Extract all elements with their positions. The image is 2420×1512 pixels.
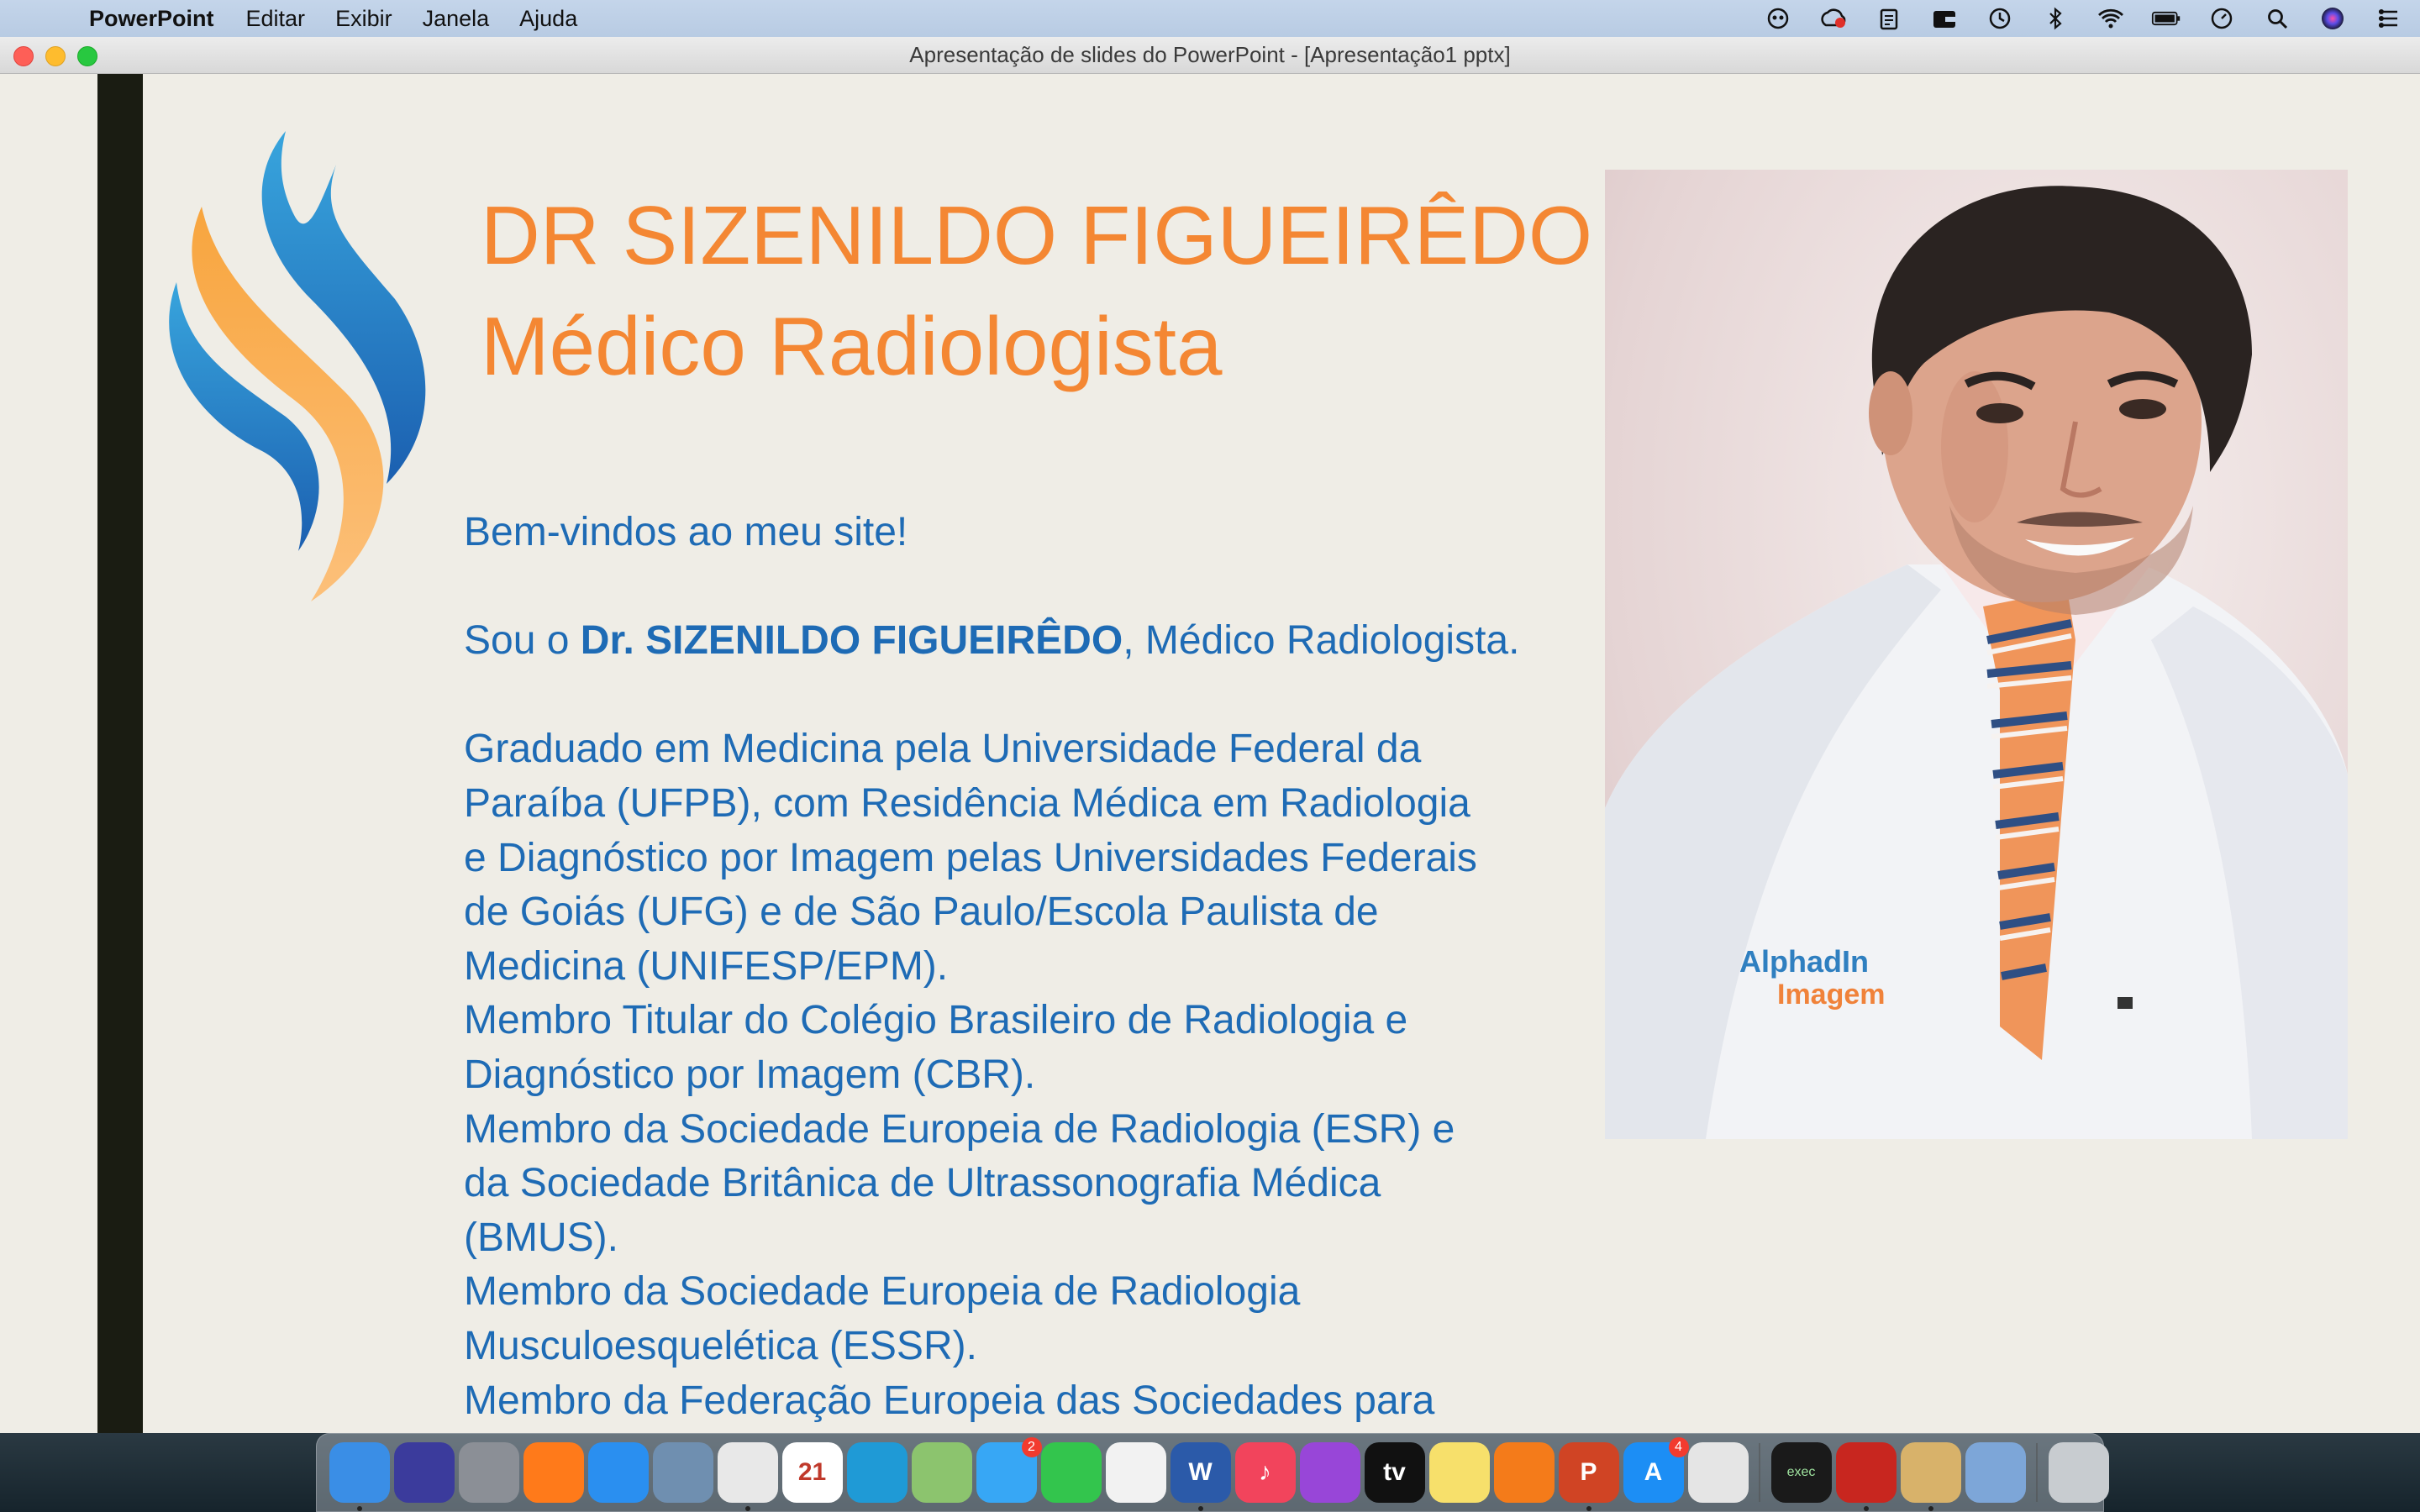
notification-badge: 2: [1021, 1437, 1042, 1457]
menu-janela[interactable]: Janela: [423, 6, 490, 32]
siri-icon[interactable]: [2317, 6, 2348, 31]
trash-icon[interactable]: [2048, 1442, 2109, 1503]
coat-logo-subtext: Imagem: [1777, 979, 1886, 1011]
app-menu-powerpoint[interactable]: PowerPoint: [89, 6, 214, 32]
bio-line: da Sociedade Britânica de Ultrassonograf…: [464, 1161, 1381, 1206]
dock-separator: [2036, 1443, 2038, 1502]
powerpoint-icon[interactable]: P: [1558, 1442, 1619, 1511]
notification-badge: 4: [1668, 1437, 1689, 1457]
bio-line: Membro da Federação Europeia das Socieda…: [464, 1378, 1435, 1423]
coat-logo-text: AlphadIn: [1739, 944, 1869, 979]
battery-icon[interactable]: [2151, 6, 2181, 31]
creative-cloud-icon[interactable]: [1818, 6, 1849, 31]
running-indicator: [1586, 1506, 1591, 1511]
wifi-icon[interactable]: [2096, 6, 2126, 31]
archive-utility-icon[interactable]: [1900, 1442, 1961, 1511]
slide-canvas[interactable]: DR SIZENILDO FIGUEIRÊDO Médico Radiologi…: [0, 74, 2420, 1433]
firefox-icon[interactable]: [523, 1442, 584, 1503]
minimize-window-button[interactable]: [45, 46, 66, 66]
bio-line: Medicina (UNIFESP/EPM).: [464, 943, 949, 989]
bio-line: Graduado em Medicina pela Universidade F…: [464, 727, 1422, 772]
maps-icon[interactable]: [911, 1442, 972, 1503]
safari-icon[interactable]: [587, 1442, 649, 1503]
slide-left-bar: [97, 74, 143, 1433]
preview-app-icon[interactable]: [652, 1442, 713, 1503]
menu-editar[interactable]: Editar: [246, 6, 306, 32]
bio-line: (BMUS).: [464, 1215, 618, 1260]
slide-body-text[interactable]: Bem-vindos ao meu site! Sou o Dr. SIZENI…: [464, 506, 1548, 1428]
menu-ajuda[interactable]: Ajuda: [519, 6, 577, 32]
window-title-bar[interactable]: Apresentação de slides do PowerPoint - […: [0, 37, 2420, 74]
close-window-button[interactable]: [13, 46, 34, 66]
running-indicator: [1197, 1506, 1203, 1511]
running-indicator: [744, 1506, 750, 1511]
slide-subtitle[interactable]: Médico Radiologista: [481, 299, 1222, 394]
finder-icon[interactable]: [329, 1442, 390, 1511]
word-icon[interactable]: W: [1170, 1442, 1231, 1511]
maximize-window-button[interactable]: [77, 46, 97, 66]
time-machine-icon[interactable]: [1985, 6, 2015, 31]
flame-logo-icon: [169, 131, 426, 601]
launchpad-icon[interactable]: [458, 1442, 519, 1503]
bio-line: e Diagnóstico por Imagem pelas Universid…: [464, 835, 1477, 880]
clipboard-icon[interactable]: [1874, 6, 1904, 31]
siri-app-icon[interactable]: [393, 1442, 455, 1503]
maps-bird-icon[interactable]: [846, 1442, 908, 1503]
menu-exibir[interactable]: Exibir: [335, 6, 392, 32]
window-title: Apresentação de slides do PowerPoint - […: [909, 42, 1511, 67]
robot-icon[interactable]: [1763, 6, 1793, 31]
bio-line: Membro da Sociedade Europeia de Radiolog…: [464, 1269, 1301, 1315]
photos-icon[interactable]: [1105, 1442, 1166, 1503]
acrobat-reader-icon[interactable]: [1835, 1442, 1897, 1511]
status-area: [1763, 0, 2403, 37]
music-icon[interactable]: ♪: [1234, 1442, 1296, 1503]
books-icon[interactable]: [1493, 1442, 1555, 1503]
greeting-text: Bem-vindos ao meu site!: [464, 510, 908, 554]
chrome-icon[interactable]: [717, 1442, 778, 1511]
preview-icon[interactable]: [1965, 1442, 2026, 1503]
app-store-icon[interactable]: A4: [1623, 1437, 1689, 1503]
bio-line: de Goiás (UFG) e de São Paulo/Escola Pau…: [464, 890, 1379, 935]
wallet-icon[interactable]: [1929, 6, 1960, 31]
acrobat-icon[interactable]: [1687, 1442, 1749, 1503]
apple-tv-icon[interactable]: tv: [1364, 1442, 1425, 1503]
running-indicator: [356, 1506, 362, 1511]
bluetooth-icon[interactable]: [2040, 6, 2070, 31]
notes-icon[interactable]: [1428, 1442, 1490, 1503]
terminal-icon[interactable]: exec: [1770, 1442, 1832, 1503]
bio-line: Paraíba (UFPB), com Residência Médica em…: [464, 780, 1470, 826]
bio-line: Membro Titular do Colégio Brasileiro de …: [464, 998, 1408, 1043]
clock-icon[interactable]: [2207, 6, 2237, 31]
running-indicator: [1928, 1506, 1933, 1511]
bio-line: Membro da Sociedade Europeia de Radiolog…: [464, 1106, 1455, 1152]
messages-icon[interactable]: 2: [976, 1437, 1042, 1503]
intro-text: Sou o Dr. SIZENILDO FIGUEIRÊDO, Médico R…: [464, 618, 1520, 664]
bio-line: Diagnóstico por Imagem (CBR).: [464, 1052, 1036, 1097]
calendar-icon[interactable]: 21: [781, 1442, 843, 1503]
control-center-icon[interactable]: [2373, 6, 2403, 31]
spotlight-search-icon[interactable]: [2262, 6, 2292, 31]
podcasts-icon[interactable]: [1299, 1442, 1360, 1503]
menu-bar: PowerPoint Editar Exibir Janela Ajuda: [0, 0, 2420, 37]
doctor-name: Dr. SIZENILDO FIGUEIRÊDO: [580, 618, 1123, 664]
doctor-portrait-photo[interactable]: AlphadIn Imagem: [1605, 170, 2348, 1139]
dock-separator: [1759, 1443, 1760, 1502]
running-indicator: [1863, 1506, 1869, 1511]
facetime-icon[interactable]: [1040, 1442, 1102, 1503]
dock: 21 2 W ♪ tv P A 4 exec: [316, 1433, 2109, 1512]
slide-title[interactable]: DR SIZENILDO FIGUEIRÊDO: [481, 188, 1592, 283]
bio-line: Musculoesquelética (ESSR).: [464, 1323, 977, 1368]
